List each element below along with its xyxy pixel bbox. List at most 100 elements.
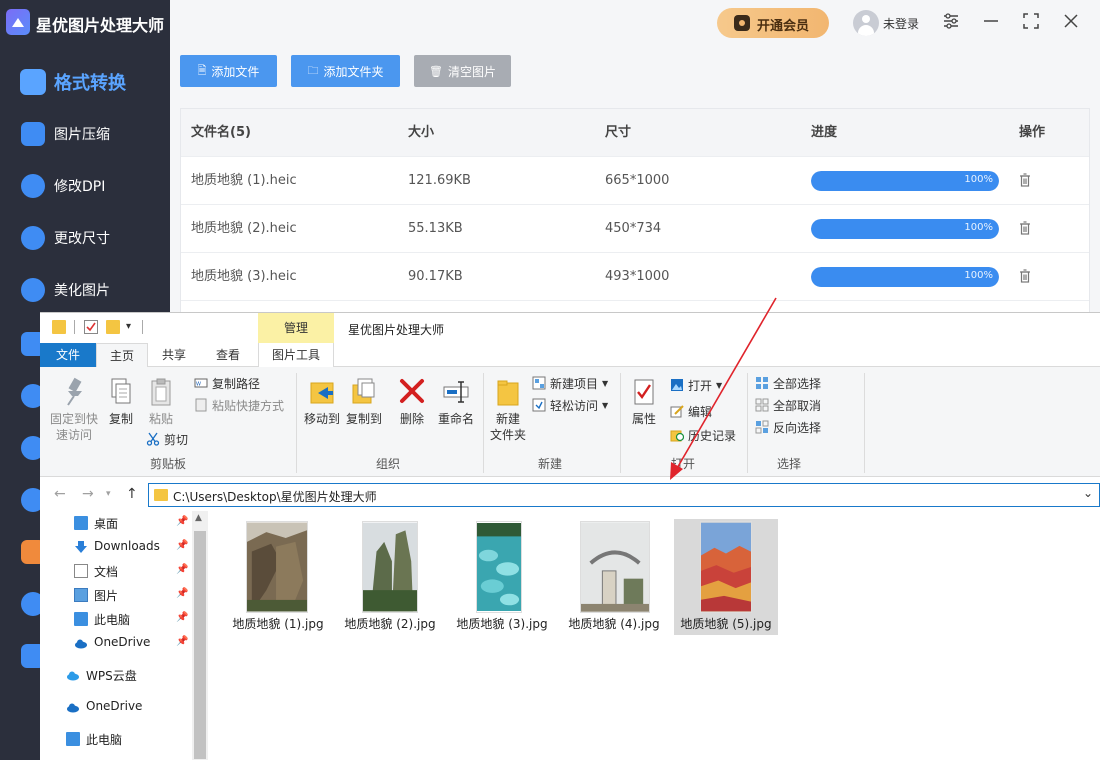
image-thumbnail bbox=[580, 521, 650, 613]
nav-item-desktop[interactable]: 桌面 📌 bbox=[40, 511, 208, 535]
tab-home[interactable]: 主页 bbox=[96, 343, 148, 368]
nav-item-downloads[interactable]: Downloads 📌 bbox=[40, 535, 208, 559]
maximize-icon[interactable] bbox=[1020, 12, 1042, 34]
table-row[interactable]: 地质地貌 (2).heic 55.13KB 450*734 100% bbox=[181, 205, 1089, 253]
add-folder-label: 添加文件夹 bbox=[323, 64, 384, 79]
file-item[interactable]: 地质地貌 (2).jpg bbox=[338, 519, 442, 635]
select-all-button[interactable]: 全部选择 bbox=[755, 373, 821, 393]
folder-icon[interactable] bbox=[52, 320, 66, 334]
add-file-button[interactable]: 🗎 添加文件 bbox=[180, 55, 277, 87]
tab-manage[interactable]: 管理 bbox=[258, 313, 334, 343]
ribbon-separator bbox=[296, 373, 297, 473]
nav-item-onedrive-root[interactable]: OneDrive bbox=[40, 695, 208, 719]
tab-share[interactable]: 共享 bbox=[148, 343, 200, 367]
sidebar-item-beautify[interactable]: 美化图片 bbox=[0, 270, 170, 310]
properties-button[interactable]: 属性 bbox=[626, 371, 662, 427]
rename-button[interactable]: 重命名 bbox=[434, 371, 478, 427]
back-arrow-icon[interactable]: ← bbox=[54, 486, 66, 502]
file-explorer-window: ▾ 管理 星优图片处理大师 文件 主页 共享 查看 图片工具 固定到快 速访问 … bbox=[40, 312, 1100, 760]
ribbon-tabs: 文件 主页 共享 查看 图片工具 bbox=[40, 343, 1100, 368]
open-button[interactable]: 打开 ▼ bbox=[670, 375, 722, 395]
scroll-up-icon[interactable]: ▲ bbox=[195, 513, 202, 523]
vip-button[interactable]: 开通会员 bbox=[717, 8, 829, 38]
add-folder-button[interactable]: 🗀 添加文件夹 bbox=[291, 55, 400, 87]
settings-icon[interactable] bbox=[940, 12, 962, 34]
sidebar-item-label: 图片压缩 bbox=[54, 127, 110, 143]
tab-file[interactable]: 文件 bbox=[40, 343, 96, 367]
group-label-open: 打开 bbox=[671, 457, 696, 471]
ribbon-separator bbox=[864, 373, 865, 473]
quick-access-toolbar: ▾ 管理 星优图片处理大师 bbox=[40, 313, 1100, 343]
new-item-button[interactable]: 新建项目 ▼ bbox=[532, 373, 608, 393]
close-icon[interactable] bbox=[1060, 12, 1082, 34]
pin-icon: 📌 bbox=[176, 540, 189, 551]
nav-item-wps-cloud[interactable]: WPS云盘 bbox=[40, 663, 208, 687]
clear-images-button[interactable]: 🗑 清空图片 bbox=[414, 55, 511, 87]
nav-item-this-pc-root[interactable]: 此电脑 bbox=[40, 727, 208, 751]
col-header-progress: 进度 bbox=[811, 125, 838, 140]
file-item[interactable]: 地质地貌 (4).jpg bbox=[562, 519, 666, 635]
move-to-button[interactable]: 移动到 bbox=[302, 371, 342, 427]
pin-quick-access-button[interactable]: 固定到快 速访问 bbox=[46, 371, 102, 443]
delete-button[interactable]: 删除 bbox=[394, 371, 430, 427]
cut-label: 剪切 bbox=[164, 432, 189, 447]
file-item[interactable]: 地质地貌 (3).jpg bbox=[450, 519, 554, 635]
nav-item-documents[interactable]: 文档 📌 bbox=[40, 559, 208, 583]
properties-icon bbox=[630, 377, 658, 407]
progress-bar: 100% bbox=[811, 171, 999, 191]
nav-item-this-pc[interactable]: 此电脑 📌 bbox=[40, 607, 208, 631]
select-all-label: 全部选择 bbox=[773, 376, 822, 391]
paste-button[interactable]: 粘贴 bbox=[144, 371, 178, 427]
delete-icon[interactable] bbox=[1019, 269, 1031, 283]
tab-view[interactable]: 查看 bbox=[202, 343, 254, 367]
chevron-down-icon[interactable]: ⌄ bbox=[1083, 486, 1093, 500]
history-button[interactable]: 历史记录 bbox=[670, 425, 736, 445]
avatar[interactable] bbox=[853, 10, 879, 36]
sidebar-item-dpi[interactable]: 修改DPI bbox=[0, 166, 170, 206]
pin-icon bbox=[60, 377, 88, 407]
edit-button[interactable]: 编辑 bbox=[670, 401, 712, 421]
copy-path-button[interactable]: W 复制路径 bbox=[194, 373, 260, 393]
app-title: 星优图片处理大师 bbox=[36, 16, 165, 35]
select-none-button[interactable]: 全部取消 bbox=[755, 395, 821, 415]
tab-picture-tools[interactable]: 图片工具 bbox=[258, 343, 334, 367]
file-item[interactable]: 地质地貌 (1).jpg bbox=[226, 519, 330, 635]
sidebar-item-format-convert[interactable]: 格式转换 bbox=[0, 62, 170, 102]
forward-arrow-icon[interactable]: → bbox=[82, 486, 94, 502]
scroll-thumb[interactable] bbox=[194, 531, 206, 759]
up-arrow-icon[interactable]: ↑ bbox=[126, 486, 138, 502]
minimize-icon[interactable] bbox=[980, 12, 1002, 34]
pin-icon: 📌 bbox=[176, 636, 189, 647]
col-header-dimensions: 尺寸 bbox=[605, 125, 632, 140]
address-bar[interactable]: C:\Users\Desktop\星优图片处理大师 ⌄ bbox=[148, 483, 1100, 507]
easy-access-button[interactable]: 轻松访问 ▼ bbox=[532, 395, 608, 415]
progress-text: 100% bbox=[964, 270, 993, 281]
table-row[interactable]: 地质地貌 (3).heic 90.17KB 493*1000 100% bbox=[181, 253, 1089, 301]
new-folder-button[interactable]: 新建 文件夹 bbox=[486, 371, 530, 443]
paste-shortcut-icon bbox=[194, 398, 208, 412]
delete-icon[interactable] bbox=[1019, 221, 1031, 235]
pictures-icon bbox=[74, 588, 88, 602]
nav-item-onedrive[interactable]: OneDrive 📌 bbox=[40, 631, 208, 655]
copy-button[interactable]: 复制 bbox=[104, 371, 138, 427]
login-status[interactable]: 未登录 bbox=[883, 15, 919, 32]
delete-icon[interactable] bbox=[1019, 173, 1031, 187]
sidebar-item-compress[interactable]: 图片压缩 bbox=[0, 114, 170, 154]
nav-item-pictures[interactable]: 图片 📌 bbox=[40, 583, 208, 607]
recent-locations-icon[interactable]: ▾ bbox=[106, 489, 111, 499]
cut-button[interactable]: 剪切 bbox=[146, 429, 188, 449]
properties-check-icon[interactable] bbox=[84, 320, 98, 334]
customize-toolbar-icon[interactable]: ▾ bbox=[126, 320, 140, 334]
table-row[interactable]: 地质地貌 (1).heic 121.69KB 665*1000 100% bbox=[181, 157, 1089, 205]
separator bbox=[142, 320, 143, 334]
file-size: 55.13KB bbox=[408, 221, 463, 236]
new-folder-icon[interactable] bbox=[106, 320, 120, 334]
dropdown-arrow-icon: ▼ bbox=[602, 378, 609, 388]
paste-shortcut-button[interactable]: 粘贴快捷方式 bbox=[194, 395, 284, 415]
folder-icon: 🗀 bbox=[307, 63, 319, 77]
sidebar-item-resize[interactable]: 更改尺寸 bbox=[0, 218, 170, 258]
file-item-selected[interactable]: 地质地貌 (5).jpg bbox=[674, 519, 778, 635]
invert-selection-button[interactable]: 反向选择 bbox=[755, 417, 821, 437]
nav-scrollbar[interactable]: ▲ bbox=[192, 511, 208, 760]
copy-to-button[interactable]: 复制到 bbox=[344, 371, 384, 427]
